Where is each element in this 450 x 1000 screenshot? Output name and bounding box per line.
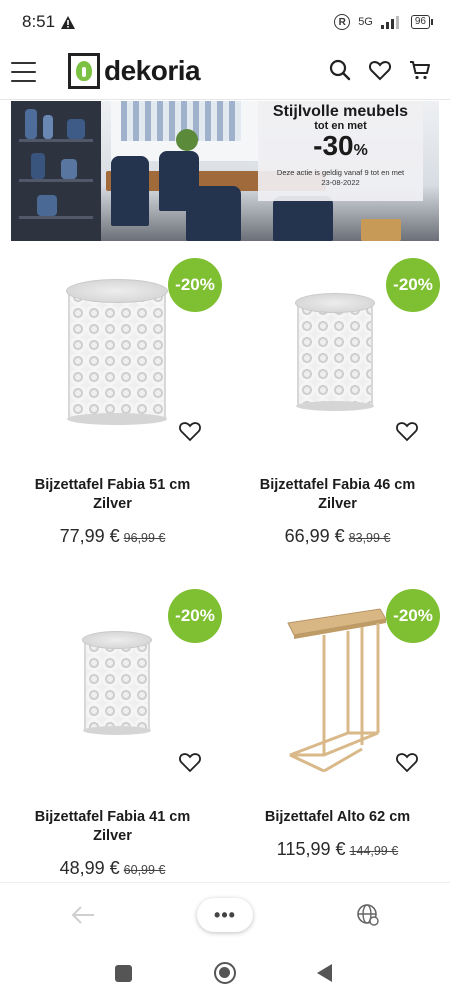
search-icon[interactable] bbox=[328, 58, 352, 82]
banner-plant bbox=[176, 129, 198, 151]
product-name[interactable]: Bijzettafel Fabia 41 cm Zilver bbox=[0, 808, 225, 846]
banner-chair bbox=[111, 156, 149, 226]
status-left: 8:51 bbox=[22, 12, 76, 32]
product-stool-image bbox=[295, 293, 375, 411]
header-actions bbox=[328, 58, 432, 82]
favorite-heart-icon[interactable] bbox=[178, 750, 202, 774]
current-price: 48,99 € bbox=[59, 858, 120, 878]
more-options-button[interactable]: ••• bbox=[197, 898, 253, 932]
banner-shelf bbox=[11, 101, 101, 241]
network-type: 5G bbox=[358, 16, 373, 28]
product-card[interactable]: -20% Bijzettafel Fabia 46 cm Zilver 66,9… bbox=[225, 255, 450, 555]
product-price: 66,99 €83,99 € bbox=[225, 526, 450, 547]
system-nav-bar bbox=[0, 948, 450, 1000]
signal-icon bbox=[380, 16, 399, 29]
product-card[interactable]: -20% Bijzettafel Fabia 41 cm Zilver 48,9… bbox=[0, 587, 225, 887]
discount-badge: -20% bbox=[386, 589, 440, 643]
menu-icon[interactable] bbox=[11, 62, 36, 82]
registered-icon: R bbox=[334, 14, 351, 30]
product-table-image bbox=[287, 608, 387, 773]
clock: 8:51 bbox=[22, 12, 56, 31]
product-name[interactable]: Bijzettafel Alto 62 cm bbox=[225, 808, 450, 827]
product-stool-image bbox=[66, 279, 168, 427]
promo-banner[interactable]: Stijlvolle meubels tot en met -30% Deze … bbox=[11, 101, 439, 241]
old-price: 60,99 € bbox=[123, 863, 166, 877]
battery-indicator: 96 bbox=[410, 15, 434, 29]
favorite-heart-icon[interactable] bbox=[178, 419, 202, 443]
current-price: 115,99 € bbox=[276, 839, 346, 859]
promo-discount: -30% bbox=[258, 132, 423, 165]
promo-title: Stijlvolle meubels bbox=[272, 103, 409, 120]
old-price: 96,99 € bbox=[123, 531, 166, 545]
wishlist-heart-icon[interactable] bbox=[368, 58, 392, 82]
banner-bag bbox=[361, 219, 401, 241]
globe-icon[interactable] bbox=[356, 903, 380, 927]
product-card[interactable]: -20% Bijzettafel Alto 62 cm 115,99 €144,… bbox=[225, 587, 450, 887]
product-name[interactable]: Bijzettafel Fabia 51 cm Zilver bbox=[0, 476, 225, 514]
product-stool-image bbox=[82, 631, 152, 735]
promo-note-line2: 23-08-2022 bbox=[321, 178, 360, 187]
cart-icon[interactable] bbox=[408, 58, 432, 82]
product-card[interactable]: -20% Bijzettafel Fabia 51 cm Zilver 77,9… bbox=[0, 255, 225, 555]
status-right: R 5G 96 bbox=[334, 14, 434, 30]
current-price: 66,99 € bbox=[284, 526, 345, 546]
banner-chair bbox=[273, 196, 333, 241]
discount-badge: -20% bbox=[168, 589, 222, 643]
discount-badge: -20% bbox=[168, 258, 222, 312]
home-icon[interactable] bbox=[214, 962, 236, 984]
current-price: 77,99 € bbox=[59, 526, 120, 546]
system-back-icon[interactable] bbox=[317, 964, 332, 982]
warning-icon bbox=[61, 15, 76, 29]
banner-chair bbox=[186, 186, 241, 241]
product-price: 77,99 €96,99 € bbox=[0, 526, 225, 547]
browser-toolbar: ••• bbox=[0, 882, 450, 948]
promo-discount-value: -30 bbox=[313, 130, 354, 161]
product-price: 115,99 €144,99 € bbox=[225, 839, 450, 860]
promo-percent-sign: % bbox=[353, 142, 368, 159]
logo-mark-icon bbox=[68, 53, 100, 89]
discount-badge: -20% bbox=[386, 258, 440, 312]
promo-note-line1: Deze actie is geldig vanaf 9 tot en met bbox=[276, 168, 405, 177]
logo-text: dekoria bbox=[104, 55, 201, 86]
favorite-heart-icon[interactable] bbox=[395, 750, 419, 774]
site-header: dekoria bbox=[0, 44, 450, 100]
back-arrow-icon[interactable] bbox=[70, 902, 96, 928]
promo-note: Deze actie is geldig vanaf 9 tot en met 2… bbox=[258, 168, 423, 188]
promo-text-box: Stijlvolle meubels tot en met -30% Deze … bbox=[258, 101, 423, 201]
recent-apps-icon[interactable] bbox=[115, 965, 132, 982]
product-price: 48,99 €60,99 € bbox=[0, 858, 225, 879]
logo[interactable]: dekoria bbox=[68, 52, 201, 90]
product-name[interactable]: Bijzettafel Fabia 46 cm Zilver bbox=[225, 476, 450, 514]
old-price: 83,99 € bbox=[348, 531, 391, 545]
favorite-heart-icon[interactable] bbox=[395, 419, 419, 443]
old-price: 144,99 € bbox=[349, 844, 399, 858]
status-bar: 8:51 R 5G 96 bbox=[0, 0, 450, 44]
